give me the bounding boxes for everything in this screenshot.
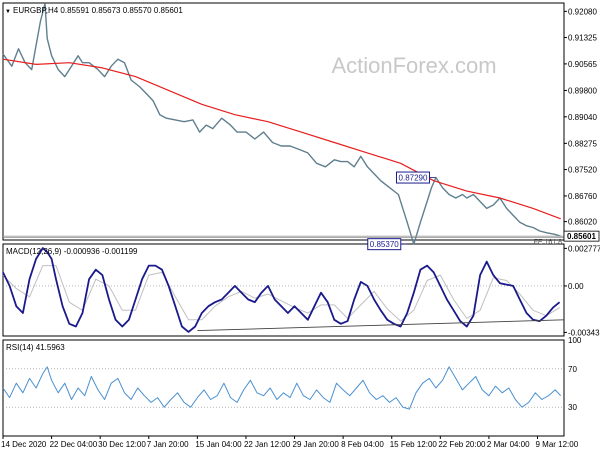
price-ytick-label: 0.88275 bbox=[568, 139, 597, 148]
price-title-arrow: ▼ bbox=[5, 9, 11, 15]
macd-main-line bbox=[2, 247, 561, 333]
xtick-label: 14 Dec 2020 bbox=[1, 440, 47, 449]
price-ytick-label: 0.90565 bbox=[568, 60, 597, 69]
chart-window: ActionForex.com ▼ EURGBP,H4 0.85591 0.856… bbox=[0, 0, 600, 450]
macd-ytick-label: 0.00 bbox=[568, 282, 584, 291]
chart-canvas: ActionForex.com ▼ EURGBP,H4 0.85591 0.856… bbox=[1, 2, 600, 449]
fe-level-label: FE 161.8 bbox=[534, 239, 563, 246]
price-series-line bbox=[2, 3, 561, 245]
rsi-ytick-label: 70 bbox=[568, 365, 577, 374]
annotation-label-1: 0.85370 bbox=[370, 240, 399, 249]
panel-frame-0 bbox=[2, 2, 565, 241]
moving-average-line bbox=[2, 58, 561, 220]
current-price-label: 0.85601 bbox=[567, 232, 596, 241]
chart-marks bbox=[2, 10, 600, 439]
price-ytick-label: 0.89040 bbox=[568, 113, 597, 122]
price-ytick-label: 0.89800 bbox=[568, 86, 597, 95]
xtick-label: 30 Dec 12:00 bbox=[98, 440, 146, 449]
xtick-label: 8 Feb 04:00 bbox=[341, 440, 384, 449]
rsi-ytick-label: 30 bbox=[568, 403, 577, 412]
annotation-label-0: 0.87290 bbox=[399, 174, 428, 183]
xtick-label: 29 Jan 20:00 bbox=[293, 440, 340, 449]
xtick-label: 22 Dec 04:00 bbox=[50, 440, 98, 449]
chart-labels: ▼ EURGBP,H4 0.85591 0.85673 0.85570 0.856… bbox=[1, 6, 600, 449]
macd-panel-title: MACD(12,26,9) -0.000936 -0.001199 bbox=[6, 247, 138, 256]
price-ytick-label: 0.86020 bbox=[568, 218, 597, 227]
rsi-panel-title: RSI(14) 41.5963 bbox=[6, 343, 65, 352]
price-ytick-label: 0.91325 bbox=[568, 34, 597, 43]
macd-trendline bbox=[197, 319, 565, 332]
xtick-label: 15 Jan 04:00 bbox=[195, 440, 242, 449]
xtick-label: 7 Jan 20:00 bbox=[147, 440, 189, 449]
macd-ytick-label: 0.002777 bbox=[568, 244, 600, 253]
rsi-line bbox=[2, 366, 562, 410]
rsi-ytick-label: 100 bbox=[568, 336, 582, 345]
price-ytick-label: 0.87520 bbox=[568, 166, 597, 175]
watermark: ActionForex.com bbox=[331, 53, 496, 78]
xtick-label: 2 Mar 04:00 bbox=[487, 440, 530, 449]
price-ytick-label: 0.92080 bbox=[568, 7, 597, 16]
xtick-label: 15 Feb 12:00 bbox=[390, 440, 438, 449]
xtick-label: 22 Feb 20:00 bbox=[438, 440, 486, 449]
price-panel-title: EURGBP,H4 0.85591 0.85673 0.85570 0.8560… bbox=[13, 6, 183, 15]
xtick-label: 9 Mar 12:00 bbox=[535, 440, 578, 449]
price-ytick-label: 0.86760 bbox=[568, 192, 597, 201]
xtick-label: 22 Jan 12:00 bbox=[244, 440, 291, 449]
